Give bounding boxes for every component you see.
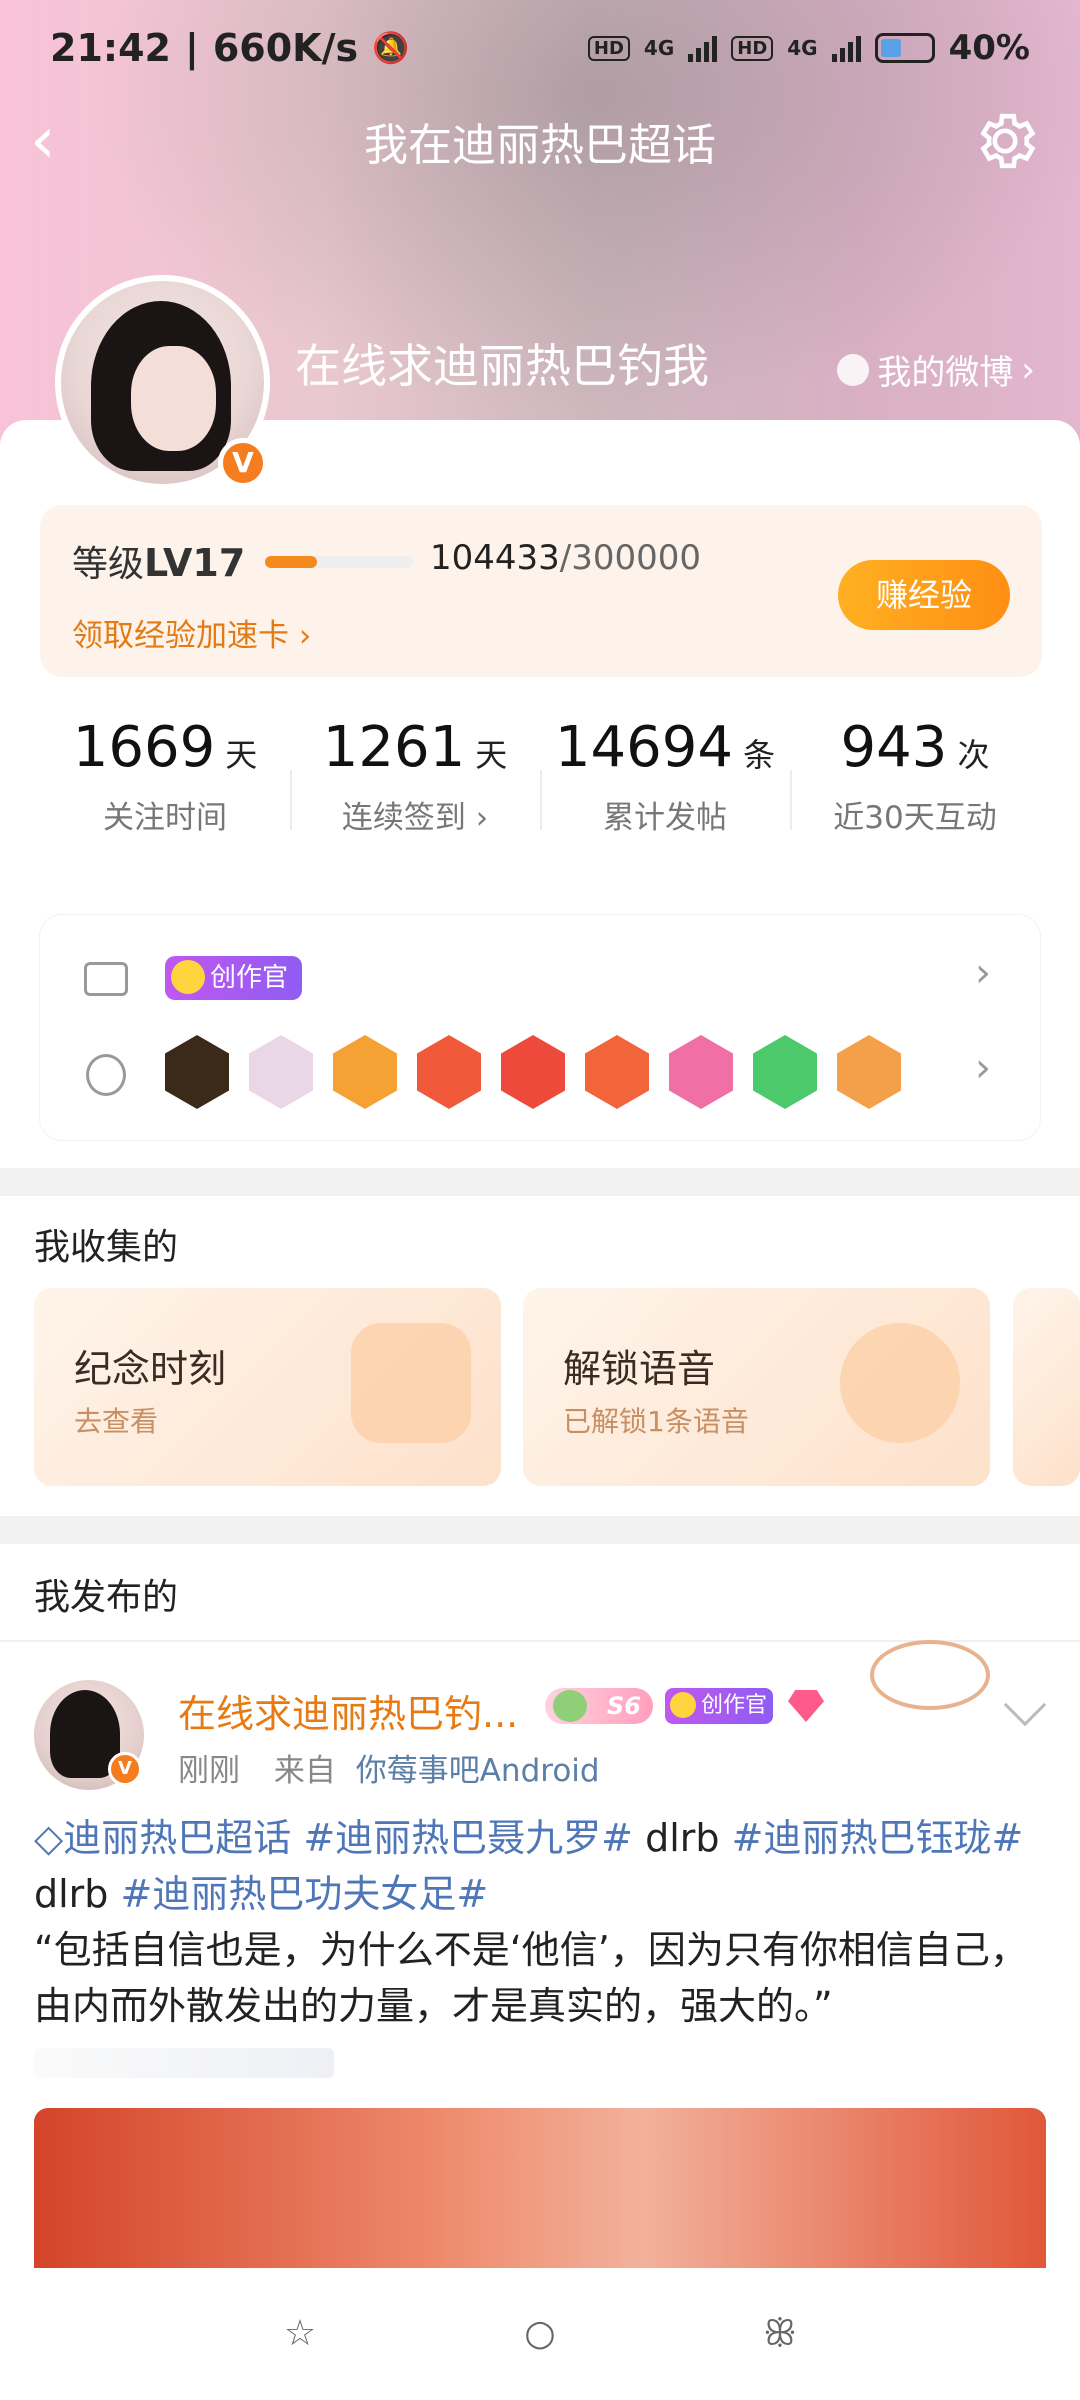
- status-time: 21:42: [50, 26, 171, 70]
- unlock-voice-card[interactable]: 解锁语音 已解锁1条语音: [523, 1288, 990, 1486]
- network-speed: 660K/s: [212, 26, 359, 70]
- network-2: 4G: [787, 36, 818, 60]
- chevron-right-icon: ›: [1021, 349, 1035, 390]
- blurred-line: [34, 2048, 334, 2078]
- stat-checkin-days[interactable]: 1261 天 连续签到 ›: [290, 715, 540, 865]
- stat-follow-days: 1669 天 关注时间: [72, 715, 258, 836]
- published-section-title: 我发布的: [34, 1577, 179, 1618]
- stat-interactions: 943 次 近30天互动: [790, 715, 1040, 865]
- signal-icon: [688, 34, 718, 62]
- section-divider: [0, 1168, 1080, 1196]
- chevron-right-icon[interactable]: ›: [975, 1045, 991, 1091]
- nav-bar: ‹ 我在迪丽热巴超话: [0, 96, 1080, 186]
- medal-icon: [669, 1035, 733, 1109]
- medal-icon: [585, 1035, 649, 1109]
- medal-icon: [501, 1035, 565, 1109]
- user-icon: [837, 353, 870, 386]
- accelerate-card-link[interactable]: 领取经验加速卡 ›: [72, 610, 311, 655]
- post-quote: “包括自信也是，为什么不是‘他信’，因为只有你相信自己，由内而外散发出的力量，才…: [34, 1928, 1028, 2028]
- verified-badge-icon: V: [108, 1752, 142, 1786]
- medal-icon: [249, 1035, 313, 1109]
- level-tag: S6: [545, 1688, 653, 1724]
- status-bar: 21:42 | 660K/s 🔕 HD 4G HD 4G 40%: [50, 26, 1030, 70]
- signal-icon-2: [831, 34, 861, 62]
- earn-experience-button[interactable]: 赚经验: [838, 560, 1010, 630]
- medal-list[interactable]: [165, 1035, 901, 1109]
- topic-link[interactable]: #迪丽热巴钰珑#: [732, 1816, 1024, 1860]
- my-weibo-link[interactable]: 我的微博 ›: [837, 345, 1035, 394]
- medal-icon: [837, 1035, 901, 1109]
- mute-icon: 🔕: [372, 30, 410, 66]
- level-progress-fill: [265, 556, 317, 568]
- stat-posts: 14694 条 累计发帖: [540, 715, 790, 865]
- gem-icon: [788, 1690, 824, 1722]
- id-card-icon: [84, 962, 128, 996]
- chevron-right-icon[interactable]: ›: [975, 950, 991, 996]
- collected-section-title: 我收集的: [34, 1227, 179, 1268]
- post-body: ◇迪丽热巴超话 #迪丽热巴聂九罗# dlrb #迪丽热巴钰珑# dlrb #迪丽…: [34, 1810, 1044, 2078]
- medal-icon: [753, 1035, 817, 1109]
- page-title: 我在迪丽热巴超话: [364, 120, 716, 171]
- battery-icon: [874, 33, 935, 63]
- hd-icon: HD: [587, 35, 630, 61]
- topic-link[interactable]: 迪丽热巴超话: [63, 1816, 291, 1860]
- apple-icon[interactable]: ○: [520, 2314, 560, 2354]
- calendar-icon: [351, 1323, 471, 1443]
- post-meta: 刚刚 来自 你莓事吧Android: [178, 1753, 600, 1789]
- medal-icon: [333, 1035, 397, 1109]
- network-1: 4G: [643, 36, 675, 60]
- level-progress-bar: [265, 556, 413, 568]
- level-value: LV17: [144, 541, 246, 585]
- chevron-down-icon[interactable]: [1003, 1683, 1047, 1727]
- medal-icon: [417, 1035, 481, 1109]
- cherry-icon[interactable]: ꕥ: [760, 2314, 800, 2354]
- post-author[interactable]: 在线求迪丽热巴钓...: [178, 1683, 518, 1738]
- voice-wave-icon: [840, 1323, 960, 1443]
- bottom-bar: ☆ ○ ꕥ: [0, 2268, 1080, 2400]
- level-experience: 104433/300000: [430, 538, 702, 578]
- medal-outline-icon: [86, 1054, 126, 1096]
- gear-icon[interactable]: [970, 106, 1040, 176]
- star-icon[interactable]: ☆: [280, 2314, 320, 2354]
- hd-icon-2: HD: [731, 35, 774, 61]
- profile-name: 在线求迪丽热巴钓我: [295, 339, 709, 393]
- topic-link[interactable]: #迪丽热巴聂九罗#: [303, 1816, 633, 1860]
- battery-level: 40%: [948, 28, 1030, 68]
- next-collect-card[interactable]: [1013, 1288, 1080, 1486]
- creator-tag: 创作官: [665, 1688, 773, 1724]
- level-label: 等级LV17: [72, 541, 246, 585]
- decoration-icon: [870, 1640, 990, 1710]
- back-icon[interactable]: ‹: [30, 106, 90, 176]
- verified-badge-icon: V: [218, 438, 268, 488]
- medal-icon: [165, 1035, 229, 1109]
- section-divider: [0, 1516, 1080, 1544]
- topic-link[interactable]: #迪丽热巴功夫女足#: [121, 1872, 489, 1916]
- stats-row: 1669 天 关注时间 1261 天 连续签到 › 14694 条 累计发帖 943 次…: [40, 715, 1040, 865]
- diamond-icon: ◇: [34, 1816, 64, 1860]
- memorial-moment-card[interactable]: 纪念时刻 去查看: [34, 1288, 501, 1486]
- creator-tag[interactable]: 创作官: [165, 956, 302, 1000]
- post-image[interactable]: [34, 2108, 1046, 2268]
